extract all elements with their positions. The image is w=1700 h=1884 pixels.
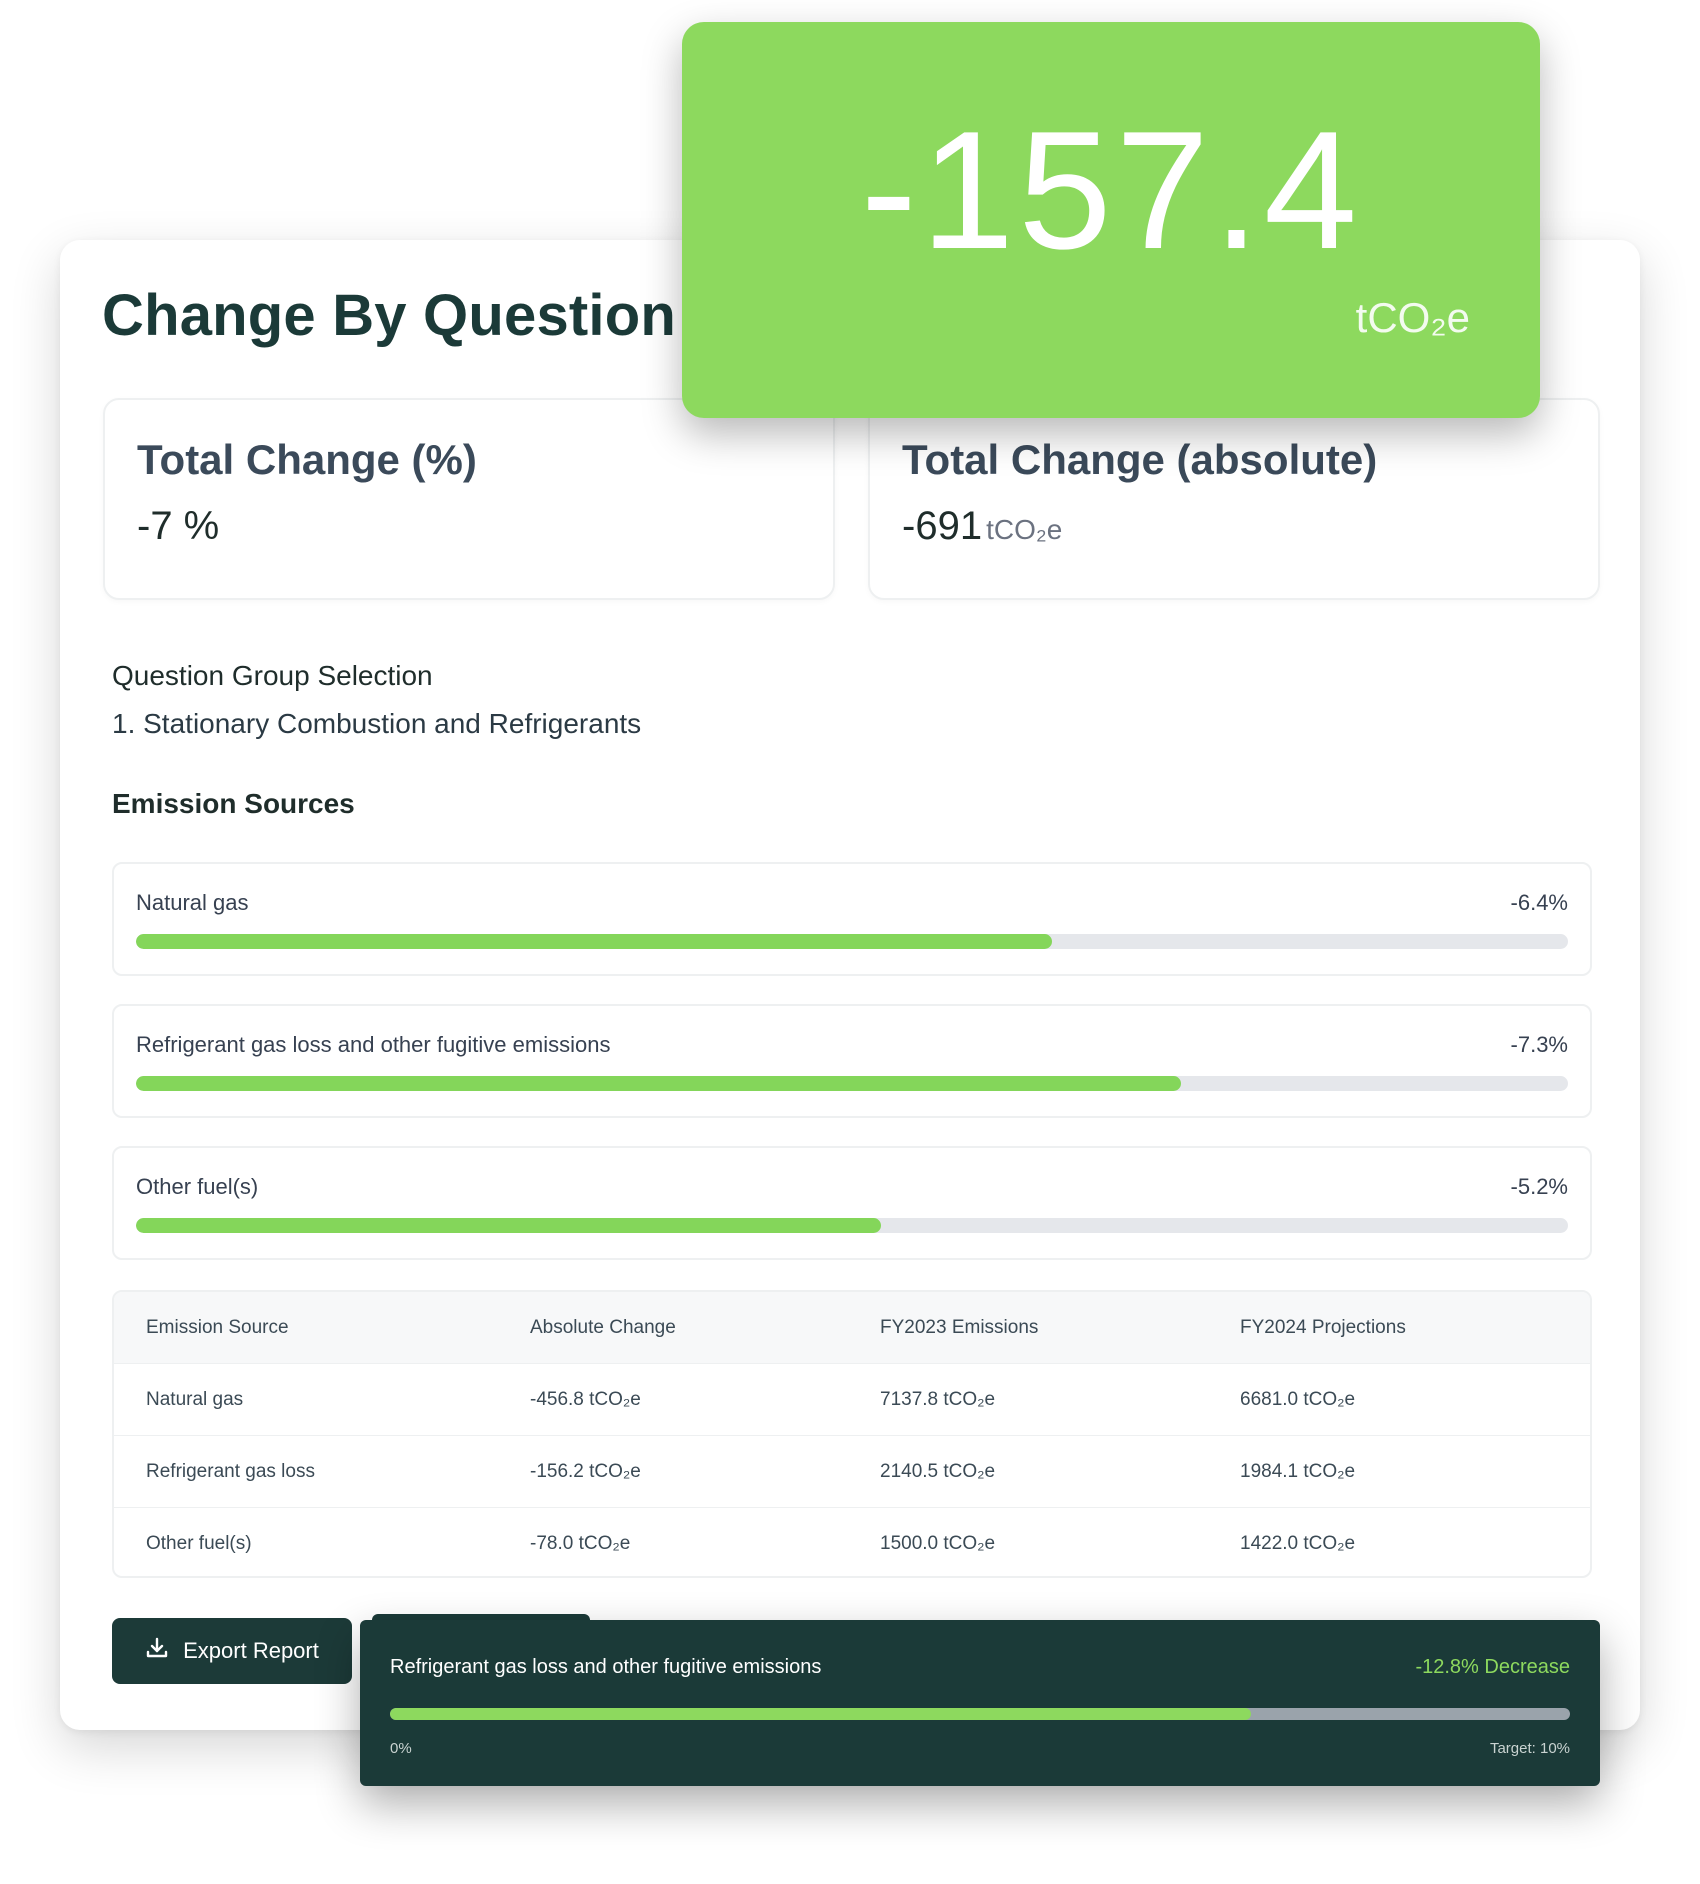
stat-value: -691 tCO₂e (902, 504, 1062, 549)
column-header[interactable]: Absolute Change (498, 1292, 848, 1364)
source-change: -7.3% (1510, 1032, 1568, 1057)
table-cell: 7137.8 tCO₂e (880, 1388, 996, 1410)
source-change: -6.4% (1510, 890, 1568, 915)
column-header[interactable]: FY2023 Emissions (848, 1292, 1208, 1364)
export-report-label: Export Report (183, 1638, 319, 1663)
tooltip-min-label: 0% (390, 1740, 412, 1757)
table-header-row: Emission Source Absolute Change FY2023 E… (114, 1292, 1590, 1364)
tooltip-progress-track (390, 1708, 1570, 1720)
progress-track (136, 934, 1568, 949)
tooltip-status: -12.8% Decrease (1415, 1656, 1570, 1678)
stat-unit: tCO₂e (986, 514, 1063, 545)
source-change: -5.2% (1510, 1174, 1568, 1199)
emissions-table-card: Emission Source Absolute Change FY2023 E… (112, 1290, 1592, 1578)
stat-value: -7 % (137, 504, 220, 548)
table-row[interactable]: Refrigerant gas loss -156.2 tCO₂e 2140.5… (114, 1435, 1590, 1508)
table-row[interactable]: Other fuel(s) -78.0 tCO₂e 1500.0 tCO₂e 1… (114, 1507, 1590, 1577)
table-cell: -156.2 tCO₂e (530, 1460, 641, 1482)
question-group-value[interactable]: 1. Stationary Combustion and Refrigerant… (112, 708, 641, 740)
table-cell: Refrigerant gas loss (146, 1460, 315, 1482)
table-cell: -78.0 tCO₂e (530, 1532, 631, 1554)
source-card-refrigerant-gas[interactable]: Refrigerant gas loss and other fugitive … (112, 1004, 1592, 1118)
export-report-button[interactable]: Export Report (112, 1618, 352, 1684)
highlight-unit: tCO₂e (1355, 294, 1470, 341)
source-card-other-fuels[interactable]: Other fuel(s) -5.2% (112, 1146, 1592, 1260)
source-name: Other fuel(s) (136, 1174, 259, 1199)
table-cell: 6681.0 tCO₂e (1240, 1388, 1356, 1410)
table-row[interactable]: Natural gas -456.8 tCO₂e 7137.8 tCO₂e 66… (114, 1363, 1590, 1436)
download-icon (145, 1636, 169, 1666)
table-cell: 1422.0 tCO₂e (1240, 1532, 1356, 1554)
stat-label: Total Change (absolute) (902, 436, 1378, 483)
emission-sources-heading: Emission Sources (112, 788, 355, 819)
tooltip-title: Refrigerant gas loss and other fugitive … (390, 1656, 822, 1678)
stat-label: Total Change (%) (137, 436, 477, 483)
question-group-label: Question Group Selection (112, 660, 433, 691)
table-cell: 2140.5 tCO₂e (880, 1460, 996, 1482)
tooltip-card: Refrigerant gas loss and other fugitive … (360, 1620, 1600, 1786)
total-change-absolute-card: Total Change (absolute) -691 tCO₂e (868, 398, 1600, 600)
highlight-value: -157.4 (860, 96, 1362, 284)
main-card: Change By Question Group Total Change (%… (60, 240, 1640, 1730)
progress-track (136, 1076, 1568, 1091)
column-header[interactable]: Emission Source (114, 1292, 498, 1364)
tooltip-max-label: Target: 10% (1489, 1740, 1570, 1757)
table-cell: -456.8 tCO₂e (530, 1388, 641, 1410)
table-cell: Natural gas (146, 1388, 244, 1410)
emissions-table: Emission Source Absolute Change FY2023 E… (114, 1292, 1590, 1577)
progress-fill (136, 1218, 881, 1233)
progress-fill (136, 934, 1053, 949)
table-cell: Other fuel(s) (146, 1532, 252, 1554)
source-name: Natural gas (136, 890, 249, 915)
progress-fill (136, 1076, 1182, 1091)
table-cell: 1500.0 tCO₂e (880, 1532, 996, 1554)
progress-track (136, 1218, 1568, 1233)
stat-number: -691 (902, 504, 983, 548)
column-header[interactable]: FY2024 Projections (1208, 1292, 1590, 1364)
tooltip-progress-fill (390, 1708, 1252, 1720)
highlight-value-card: -157.4 tCO₂e (682, 22, 1540, 418)
total-change-percent-card: Total Change (%) -7 % (103, 398, 835, 600)
table-cell: 1984.1 tCO₂e (1240, 1460, 1356, 1482)
source-card-natural-gas[interactable]: Natural gas -6.4% (112, 862, 1592, 976)
source-name: Refrigerant gas loss and other fugitive … (136, 1032, 611, 1057)
